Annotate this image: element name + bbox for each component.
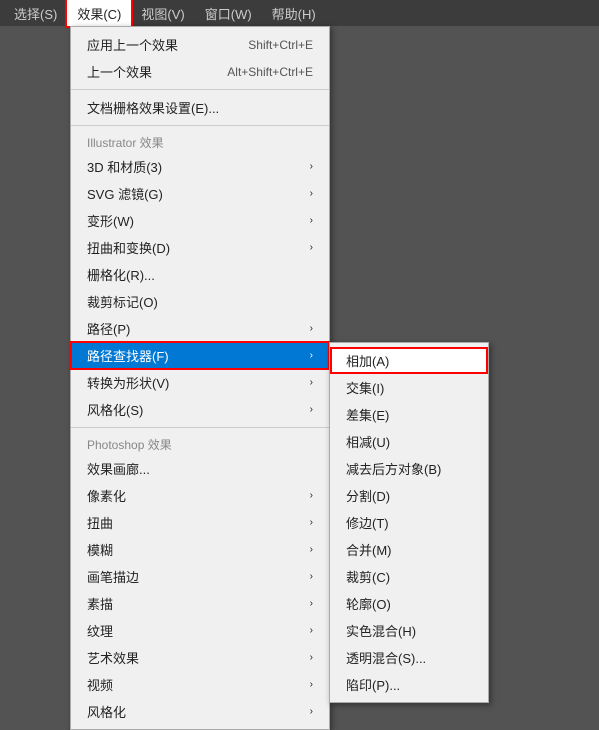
arrow-icon: › xyxy=(310,323,313,334)
arrow-icon: › xyxy=(310,242,313,253)
stylize-ill[interactable]: 风格化(S) › xyxy=(71,396,329,423)
pathfinder-submenu: 相加(A) 交集(I) 差集(E) 相减(U) 减去后方对象(B) 分割(D) xyxy=(329,342,489,703)
arrow-icon: › xyxy=(310,215,313,226)
arrow-icon: › xyxy=(310,706,313,717)
brush-strokes[interactable]: 画笔描边 › xyxy=(71,563,329,590)
menubar-item-help[interactable]: 帮助(H) xyxy=(262,0,326,26)
trim-sub-item[interactable]: 修边(T) xyxy=(330,509,488,536)
stylize-ps[interactable]: 风格化 › xyxy=(71,698,329,725)
doc-raster-settings[interactable]: 文档栅格效果设置(E)... xyxy=(71,94,329,121)
arrow-icon: › xyxy=(310,404,313,415)
exclude-sub-item[interactable]: 差集(E) xyxy=(330,401,488,428)
artistic[interactable]: 艺术效果 › xyxy=(71,644,329,671)
intersect-sub-item[interactable]: 交集(I) xyxy=(330,374,488,401)
arrow-icon: › xyxy=(310,517,313,528)
outline-sub-item[interactable]: 轮廓(O) xyxy=(330,590,488,617)
video[interactable]: 视频 › xyxy=(71,671,329,698)
rasterize[interactable]: 栅格化(R)... xyxy=(71,261,329,288)
blur[interactable]: 模糊 › xyxy=(71,536,329,563)
transform[interactable]: 变形(W) › xyxy=(71,207,329,234)
arrow-icon: › xyxy=(310,161,313,172)
crop-sub-item[interactable]: 裁剪(C) xyxy=(330,563,488,590)
menubar-item-effect[interactable]: 效果(C) xyxy=(67,0,131,26)
add-sub-item[interactable]: 相加(A) xyxy=(330,347,488,374)
merge-sub-item[interactable]: 合并(M) xyxy=(330,536,488,563)
svg-filters[interactable]: SVG 滤镜(G) › xyxy=(71,180,329,207)
separator-1 xyxy=(71,89,329,90)
arrow-icon: › xyxy=(310,490,313,501)
sketch[interactable]: 素描 › xyxy=(71,590,329,617)
last-effect[interactable]: 上一个效果 Alt+Shift+Ctrl+E xyxy=(71,58,329,85)
arrow-icon: › xyxy=(310,679,313,690)
arrow-icon: › xyxy=(310,598,313,609)
pixelate[interactable]: 像素化 › xyxy=(71,482,329,509)
distort[interactable]: 扭曲 › xyxy=(71,509,329,536)
menubar-item-window[interactable]: 窗口(W) xyxy=(195,0,262,26)
texture[interactable]: 纹理 › xyxy=(71,617,329,644)
main-dropdown: 应用上一个效果 Shift+Ctrl+E 上一个效果 Alt+Shift+Ctr… xyxy=(70,26,330,730)
apply-last-effect[interactable]: 应用上一个效果 Shift+Ctrl+E xyxy=(71,31,329,58)
3d-materials[interactable]: 3D 和材质(3) › xyxy=(71,153,329,180)
subtract-sub-item[interactable]: 相减(U) xyxy=(330,428,488,455)
trap-sub-item[interactable]: 陷印(P)... xyxy=(330,671,488,698)
photoshop-section-label: Photoshop 效果 xyxy=(71,432,329,455)
crop-marks[interactable]: 裁剪标记(O) xyxy=(71,288,329,315)
arrow-icon: › xyxy=(310,350,313,361)
convert-shape[interactable]: 转换为形状(V) › xyxy=(71,369,329,396)
menubar: 选择(S) 效果(C) 视图(V) 窗口(W) 帮助(H) xyxy=(0,0,599,26)
arrow-icon: › xyxy=(310,544,313,555)
effect-gallery[interactable]: 效果画廊... xyxy=(71,455,329,482)
arrow-icon: › xyxy=(310,377,313,388)
separator-3 xyxy=(71,427,329,428)
menubar-item-view[interactable]: 视图(V) xyxy=(131,0,194,26)
subtract-back-sub-item[interactable]: 减去后方对象(B) xyxy=(330,455,488,482)
arrow-icon: › xyxy=(310,652,313,663)
arrow-icon: › xyxy=(310,571,313,582)
pathfinder[interactable]: 路径查找器(F) › 相加(A) 交集(I) 差集(E) 相减(U) 减去后方对… xyxy=(71,342,329,369)
separator-2 xyxy=(71,125,329,126)
arrow-icon: › xyxy=(310,625,313,636)
divide-sub-item[interactable]: 分割(D) xyxy=(330,482,488,509)
path[interactable]: 路径(P) › xyxy=(71,315,329,342)
dropdown-wrapper: 应用上一个效果 Shift+Ctrl+E 上一个效果 Alt+Shift+Ctr… xyxy=(70,26,330,730)
arrow-icon: › xyxy=(310,188,313,199)
menubar-item-select[interactable]: 选择(S) xyxy=(4,0,67,26)
hard-mix-sub-item[interactable]: 实色混合(H) xyxy=(330,617,488,644)
soft-mix-sub-item[interactable]: 透明混合(S)... xyxy=(330,644,488,671)
illustrator-section-label: Illustrator 效果 xyxy=(71,130,329,153)
warp-transform[interactable]: 扭曲和变换(D) › xyxy=(71,234,329,261)
